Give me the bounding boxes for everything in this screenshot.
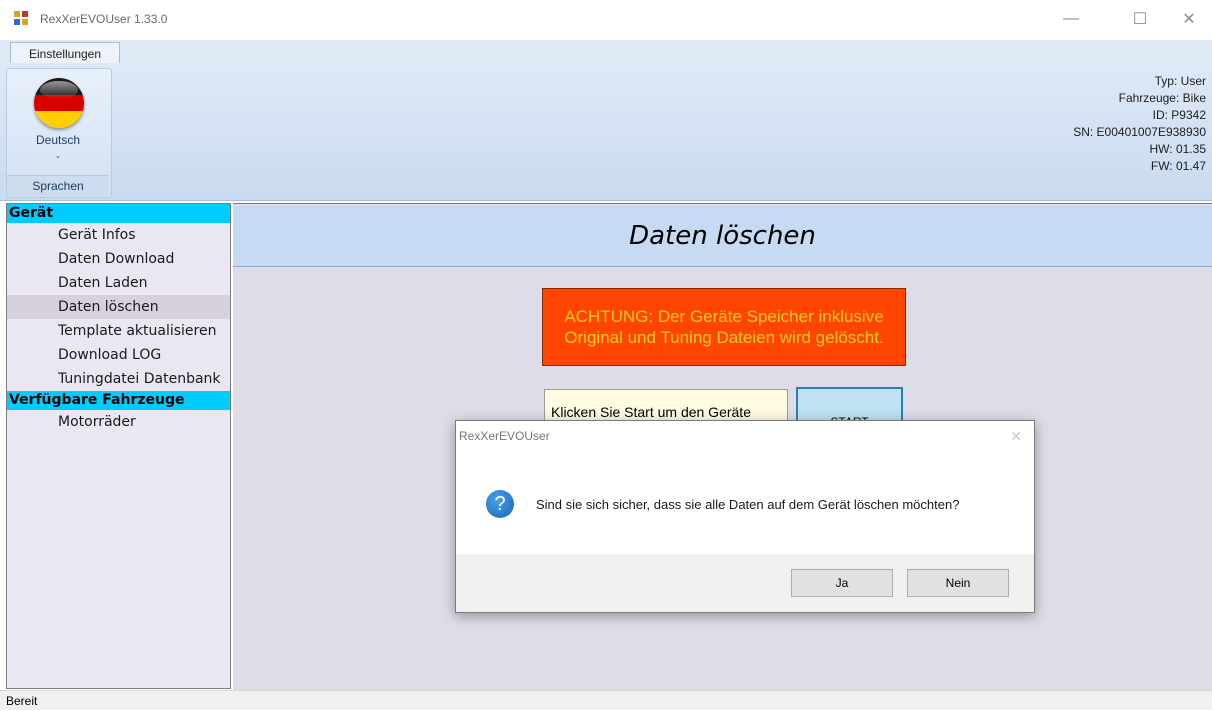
dialog-title: RexXerEVOUser — [459, 429, 550, 443]
device-fw: FW: 01.47 — [1150, 159, 1206, 173]
tab-einstellungen[interactable]: Einstellungen — [10, 42, 120, 65]
sidebar-item-tuningdatei-datenbank[interactable]: Tuningdatei Datenbank — [7, 367, 230, 391]
nav-section-header[interactable]: Gerät — [7, 204, 230, 223]
device-type: Typ: User — [1154, 74, 1206, 88]
status-text: Bereit — [6, 694, 38, 708]
dialog-message: Sind sie sich sicher, dass sie alle Date… — [536, 497, 960, 512]
sidebar-item-template-aktualisieren[interactable]: Template aktualisieren — [7, 319, 230, 343]
device-vehicles: Fahrzeuge: Bike — [1118, 91, 1206, 105]
sidebar-item-download-log[interactable]: Download LOG — [7, 343, 230, 367]
warning-message: ACHTUNG: Der Geräte Speicher inklusive O… — [542, 288, 906, 366]
sidebar-item-daten-loeschen[interactable]: Daten löschen — [7, 295, 230, 319]
chevron-down-icon[interactable]: ⌄ — [6, 151, 110, 160]
no-button[interactable]: Nein — [907, 569, 1009, 597]
sidebar-item-daten-laden[interactable]: Daten Laden — [7, 271, 230, 295]
nav-section-header[interactable]: Verfügbare Fahrzeuge — [7, 391, 230, 410]
language-label[interactable]: Deutsch — [6, 133, 110, 147]
sidebar-item-geraet-infos[interactable]: Gerät Infos — [7, 223, 230, 247]
german-flag-icon[interactable] — [34, 78, 84, 128]
sidebar-nav: Gerät Gerät Infos Daten Download Daten L… — [6, 203, 231, 689]
status-bar: Bereit — [0, 690, 1212, 710]
title-bar: RexXerEVOUser 1.33.0 — ☐ ✕ — [0, 0, 1212, 40]
yes-button[interactable]: Ja — [791, 569, 893, 597]
page-title: Daten löschen — [233, 206, 1212, 267]
sidebar-item-daten-download[interactable]: Daten Download — [7, 247, 230, 271]
ribbon-panel — [0, 63, 1212, 201]
ribbon-tab-strip — [0, 40, 1212, 63]
device-id: ID: P9342 — [1152, 108, 1206, 122]
group-label-sprachen: Sprachen — [7, 175, 109, 196]
dialog-close-button[interactable]: ✕ — [1010, 428, 1022, 445]
question-icon: ? — [486, 490, 514, 518]
sidebar-item-motorraeder[interactable]: Motorräder — [7, 410, 230, 434]
close-button[interactable]: ✕ — [1166, 0, 1212, 38]
maximize-button[interactable]: ☐ — [1117, 0, 1163, 38]
device-serial: SN: E00401007E938930 — [1073, 125, 1206, 139]
dialog-footer: Ja Nein — [456, 554, 1034, 612]
minimize-button[interactable]: — — [1048, 0, 1094, 38]
device-info: Typ: User Fahrzeuge: Bike ID: P9342 SN: … — [1073, 73, 1206, 175]
app-icon — [14, 11, 28, 25]
device-hw: HW: 01.35 — [1149, 142, 1206, 156]
confirm-dialog: RexXerEVOUser ✕ ? Sind sie sich sicher, … — [455, 420, 1035, 613]
window-title: RexXerEVOUser 1.33.0 — [40, 12, 168, 26]
